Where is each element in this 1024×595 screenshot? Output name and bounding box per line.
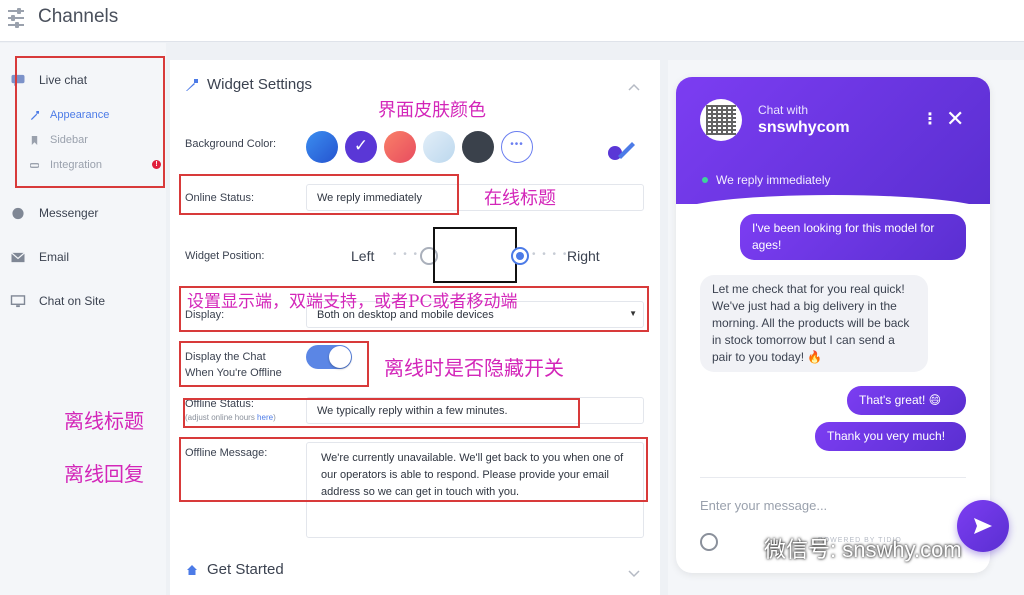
- widget-settings-header[interactable]: Widget Settings: [186, 76, 312, 93]
- avatar-qr-code: [700, 99, 742, 141]
- chat-header: Chat with snswhycom ⋮ ✕ We reply immedia…: [676, 77, 990, 204]
- offline-message-label: Offline Message:: [185, 447, 268, 459]
- sidebar-item-email[interactable]: Email: [10, 250, 69, 264]
- online-status-dot: [702, 177, 708, 183]
- offline-display-toggle[interactable]: [306, 345, 352, 369]
- offline-toggle-label: Display the Chat When You're Offline: [185, 349, 282, 381]
- home-icon: [187, 564, 197, 575]
- widget-position-preview: [433, 227, 517, 283]
- link-icon: [30, 162, 39, 168]
- chevron-up-icon[interactable]: [628, 82, 640, 94]
- color-swatch-blue[interactable]: [306, 131, 338, 163]
- chat-message-input[interactable]: Enter your message...: [700, 498, 827, 513]
- sidebar-item-label: Chat on Site: [39, 294, 106, 308]
- offline-hours-hint: (adjust online hours here): [185, 411, 276, 424]
- adjust-hours-link[interactable]: here: [257, 413, 273, 422]
- sidebar-subitem-label: Integration: [50, 159, 102, 171]
- get-started-header[interactable]: Get Started: [186, 561, 284, 578]
- send-button[interactable]: [957, 500, 1009, 552]
- annotation-offline-reply: 离线回复: [64, 462, 144, 486]
- sidebar-item-label: Live chat: [39, 73, 88, 87]
- annotation-online-title: 在线标题: [484, 188, 556, 209]
- widget-position-label: Widget Position:: [185, 250, 265, 262]
- settings-sliders-icon[interactable]: [8, 8, 24, 28]
- chat-message-visitor: Thank you very much!: [815, 422, 966, 451]
- sidebar-item-messenger[interactable]: Messenger: [10, 206, 98, 220]
- color-swatch-dark[interactable]: [462, 131, 494, 163]
- color-swatch-coral[interactable]: [384, 131, 416, 163]
- section-title-label: Widget Settings: [207, 76, 313, 93]
- sidebar-item-label: Email: [39, 250, 70, 264]
- annotation-display: 设置显示端，双端支持，或者PC或者移动端: [187, 292, 518, 312]
- section-title-label: Get Started: [207, 561, 284, 578]
- alert-badge: !: [152, 160, 161, 169]
- sidebar-subitem-sidebar[interactable]: Sidebar: [30, 134, 88, 146]
- sidebar-subitem-integration[interactable]: Integration: [30, 159, 102, 171]
- annotation-offline-title: 离线标题: [64, 409, 144, 433]
- offline-hours-hint-text-1: (adjust online hours: [185, 413, 258, 422]
- offline-status-input[interactable]: We typically reply within a few minutes.: [306, 397, 644, 424]
- offline-message-textarea[interactable]: We're currently unavailable. We'll get b…: [306, 442, 644, 538]
- offline-status-label-group: Offline Status: (adjust online hours her…: [185, 398, 276, 424]
- online-status-label: Online Status:: [185, 192, 255, 204]
- chat-message-visitor: That's great! 😄: [847, 386, 966, 415]
- send-arrow-icon: [974, 518, 992, 534]
- brush-icon: [30, 110, 39, 120]
- annotation-skin-color: 界面皮肤颜色: [378, 100, 486, 121]
- monitor-icon: [10, 294, 26, 307]
- top-bar: Channels: [0, 0, 1024, 42]
- page-title: Channels: [38, 6, 119, 27]
- caret-down-icon: ▼: [629, 309, 637, 318]
- color-swatch-purple-selected[interactable]: [345, 131, 377, 163]
- color-picker-brush-icon[interactable]: [606, 139, 636, 161]
- chat-message-operator: Let me check that for you real quick! We…: [700, 275, 928, 372]
- annotation-offline-hide: 离线时是否隐藏开关: [384, 356, 564, 380]
- position-right-radio[interactable]: [511, 247, 529, 265]
- offline-hours-hint-text-2: ): [273, 413, 276, 422]
- chevron-down-icon[interactable]: [628, 567, 640, 579]
- sidebar-item-chat-on-site[interactable]: Chat on Site: [10, 294, 105, 308]
- offline-status-label: Offline Status:: [185, 398, 254, 410]
- sidebar-subitem-label: Appearance: [50, 109, 110, 121]
- chat-widget-preview: Chat with snswhycom ⋮ ✕ We reply immedia…: [676, 77, 990, 573]
- envelope-icon: [11, 251, 25, 262]
- dotted-connector: • • • •: [532, 249, 569, 260]
- emoji-icon[interactable]: [700, 533, 718, 551]
- position-right-label: Right: [567, 248, 600, 264]
- messenger-icon: [12, 207, 24, 219]
- chat-with-label: Chat with: [758, 103, 809, 117]
- more-colors-button[interactable]: [501, 131, 533, 163]
- close-icon[interactable]: ✕: [946, 108, 964, 130]
- more-options-icon[interactable]: ⋮: [922, 112, 938, 128]
- brush-icon: [186, 78, 198, 91]
- sidebar-item-live-chat[interactable]: Live chat: [10, 73, 87, 87]
- chat-online-status: We reply immediately: [716, 173, 831, 187]
- sidebar-item-label: Messenger: [39, 206, 99, 220]
- online-status-input[interactable]: We reply immediately: [306, 184, 644, 211]
- background-color-label: Background Color:: [185, 138, 277, 150]
- chat-operator-name: snswhycom: [758, 119, 850, 136]
- sidebar-subitem-appearance[interactable]: Appearance: [30, 109, 109, 121]
- color-swatch-light-blue[interactable]: [423, 131, 455, 163]
- sidebar: Live chat Appearance Sidebar Integration…: [0, 43, 166, 595]
- wechat-logo-icon: [728, 538, 757, 560]
- sidebar-subitem-label: Sidebar: [50, 134, 88, 146]
- offline-toggle-label-line-2: When You're Offline: [185, 367, 282, 379]
- chat-bubble-icon: [11, 74, 25, 86]
- chat-divider: [700, 477, 966, 478]
- chat-message-visitor: I've been looking for this model for age…: [740, 214, 966, 260]
- bookmark-icon: [31, 135, 38, 145]
- position-left-label: Left: [351, 248, 375, 264]
- offline-toggle-label-line-1: Display the Chat: [185, 351, 266, 363]
- watermark-text: 微信号: snswhy.com: [764, 537, 962, 562]
